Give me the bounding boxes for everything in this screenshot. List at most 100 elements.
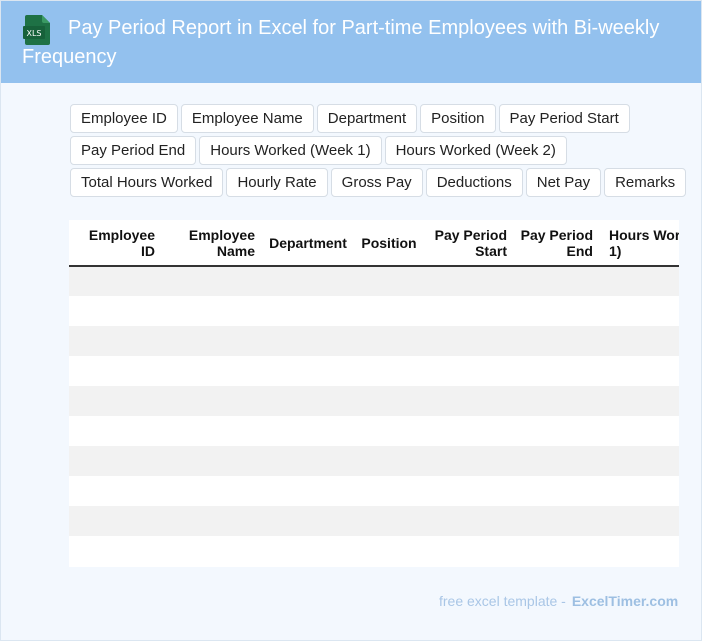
table-cell[interactable]	[599, 476, 679, 506]
table-cell[interactable]	[423, 536, 513, 566]
table-cell[interactable]	[355, 476, 423, 506]
footer-brand-link[interactable]: ExcelTimer.com	[572, 593, 678, 609]
table-row	[69, 296, 679, 326]
table-cell[interactable]	[513, 326, 599, 356]
table-cell[interactable]	[161, 476, 261, 506]
table-cell[interactable]	[423, 446, 513, 476]
table-cell[interactable]	[69, 326, 161, 356]
table-cell[interactable]	[69, 476, 161, 506]
table-cell[interactable]	[69, 446, 161, 476]
table-cell[interactable]	[261, 326, 355, 356]
table-cell[interactable]	[423, 386, 513, 416]
table-cell[interactable]	[261, 536, 355, 566]
table-cell[interactable]	[355, 296, 423, 326]
table-cell[interactable]	[513, 446, 599, 476]
table-cell[interactable]	[261, 476, 355, 506]
table-body	[69, 266, 679, 566]
table-cell[interactable]	[423, 416, 513, 446]
table-cell[interactable]	[69, 416, 161, 446]
column-header-position[interactable]: Position	[355, 220, 423, 267]
table-cell[interactable]	[261, 266, 355, 296]
table-cell[interactable]	[261, 386, 355, 416]
chip-remarks[interactable]: Remarks	[604, 168, 687, 197]
table-cell[interactable]	[513, 536, 599, 566]
table-cell[interactable]	[161, 416, 261, 446]
table-cell[interactable]	[355, 356, 423, 386]
table-cell[interactable]	[69, 296, 161, 326]
chip-hourly-rate[interactable]: Hourly Rate	[226, 168, 328, 197]
table-cell[interactable]	[599, 326, 679, 356]
table-cell[interactable]	[161, 296, 261, 326]
chip-pay-period-end[interactable]: Pay Period End	[70, 136, 197, 165]
chip-employee-name[interactable]: Employee Name	[180, 104, 314, 133]
table-cell[interactable]	[423, 506, 513, 536]
chip-hours-week-2[interactable]: Hours Worked (Week 2)	[384, 136, 567, 165]
chip-gross-pay[interactable]: Gross Pay	[330, 168, 423, 197]
table-cell[interactable]	[355, 446, 423, 476]
table-cell[interactable]	[513, 356, 599, 386]
table-cell[interactable]	[599, 296, 679, 326]
table-cell[interactable]	[599, 386, 679, 416]
table-cell[interactable]	[161, 506, 261, 536]
column-header-employee-name[interactable]: Employee Name	[161, 220, 261, 267]
footer-credit: free excel template - ExcelTimer.com	[439, 593, 678, 609]
table-cell[interactable]	[599, 446, 679, 476]
table-cell[interactable]	[513, 506, 599, 536]
table-cell[interactable]	[423, 356, 513, 386]
chip-hours-week-1[interactable]: Hours Worked (Week 1)	[199, 136, 382, 165]
table-cell[interactable]	[513, 476, 599, 506]
table-cell[interactable]	[423, 266, 513, 296]
table-cell[interactable]	[261, 446, 355, 476]
table-cell[interactable]	[161, 326, 261, 356]
table-cell[interactable]	[423, 476, 513, 506]
report-table-scroll[interactable]: Employee ID Employee Name Department Pos…	[69, 220, 679, 567]
chip-net-pay[interactable]: Net Pay	[525, 168, 602, 197]
table-cell[interactable]	[423, 326, 513, 356]
table-cell[interactable]	[355, 386, 423, 416]
table-cell[interactable]	[513, 386, 599, 416]
column-header-pay-period-end[interactable]: Pay Period End	[513, 220, 599, 267]
table-cell[interactable]	[513, 296, 599, 326]
table-cell[interactable]	[599, 416, 679, 446]
table-cell[interactable]	[161, 266, 261, 296]
table-cell[interactable]	[261, 296, 355, 326]
column-header-department[interactable]: Department	[261, 220, 355, 267]
table-cell[interactable]	[355, 536, 423, 566]
table-cell[interactable]	[599, 266, 679, 296]
table-cell[interactable]	[161, 536, 261, 566]
table-cell[interactable]	[355, 326, 423, 356]
chip-employee-id[interactable]: Employee ID	[70, 104, 178, 133]
table-cell[interactable]	[69, 386, 161, 416]
table-cell[interactable]	[161, 356, 261, 386]
chip-total-hours[interactable]: Total Hours Worked	[70, 168, 224, 197]
table-cell[interactable]	[69, 266, 161, 296]
column-header-employee-id[interactable]: Employee ID	[69, 220, 161, 267]
table-cell[interactable]	[261, 506, 355, 536]
table-cell[interactable]	[423, 296, 513, 326]
table-cell[interactable]	[69, 536, 161, 566]
table-cell[interactable]	[261, 356, 355, 386]
chip-department[interactable]: Department	[316, 104, 418, 133]
table-cell[interactable]	[261, 416, 355, 446]
chip-pay-period-start[interactable]: Pay Period Start	[498, 104, 630, 133]
table-cell[interactable]	[599, 536, 679, 566]
table-cell[interactable]	[355, 416, 423, 446]
table-cell[interactable]	[599, 356, 679, 386]
table-cell[interactable]	[69, 356, 161, 386]
footer-prefix: free excel template -	[439, 593, 566, 609]
table-cell[interactable]	[161, 446, 261, 476]
column-header-hours-week-1[interactable]: Hours Worked (Week 1)	[599, 220, 679, 267]
table-cell[interactable]	[513, 416, 599, 446]
table-cell[interactable]	[161, 386, 261, 416]
chip-deductions[interactable]: Deductions	[425, 168, 523, 197]
table-cell[interactable]	[69, 506, 161, 536]
column-header-pay-period-start[interactable]: Pay Period Start	[423, 220, 513, 267]
table-cell[interactable]	[599, 506, 679, 536]
table-cell[interactable]	[355, 506, 423, 536]
page-frame: XLS Pay Period Report in Excel for Part-…	[0, 0, 702, 641]
table-cell[interactable]	[355, 266, 423, 296]
column-chip-list: Employee ID Employee Name Department Pos…	[70, 104, 690, 197]
chip-position[interactable]: Position	[420, 104, 496, 133]
table-header-row: Employee ID Employee Name Department Pos…	[69, 220, 679, 267]
table-cell[interactable]	[513, 266, 599, 296]
